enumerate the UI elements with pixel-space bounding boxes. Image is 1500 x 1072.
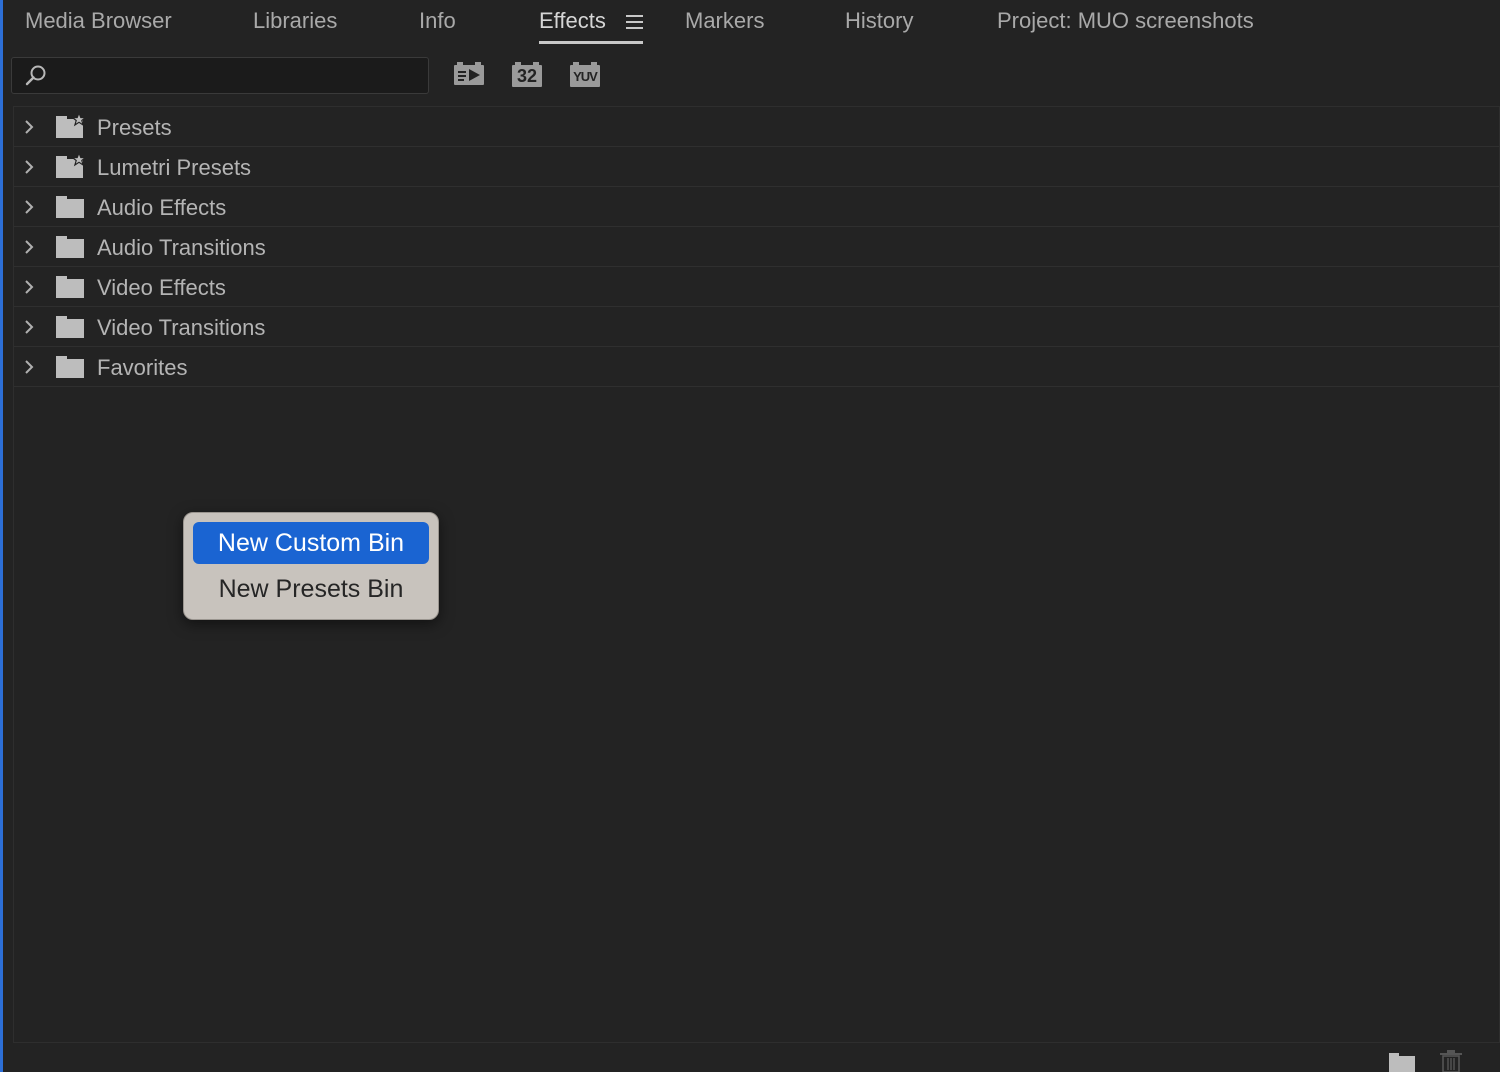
tab-history[interactable]: History bbox=[845, 8, 913, 38]
folder-icon bbox=[56, 196, 84, 218]
tree-item-label: Audio Effects bbox=[97, 195, 227, 220]
folder-icon bbox=[56, 356, 84, 378]
panel-bottom-bar bbox=[3, 1043, 1500, 1072]
preset-folder-icon bbox=[56, 153, 87, 178]
active-tab-indicator bbox=[539, 41, 643, 44]
search-icon bbox=[25, 65, 46, 86]
search-input[interactable] bbox=[54, 62, 418, 90]
effects-search-box[interactable] bbox=[11, 57, 429, 94]
accelerated-effects-icon[interactable] bbox=[453, 62, 485, 88]
menu-item-new-presets-bin[interactable]: New Presets Bin bbox=[193, 568, 429, 610]
tree-item-label: Video Effects bbox=[97, 275, 226, 300]
tree-item-audio-transitions[interactable]: Audio Transitions bbox=[14, 227, 1499, 267]
folder-icon bbox=[56, 236, 84, 258]
chevron-right-icon[interactable] bbox=[22, 358, 36, 376]
tab-info[interactable]: Info bbox=[419, 8, 456, 38]
panel-tab-bar: Media Browser Libraries Info Effects Mar… bbox=[3, 0, 1500, 46]
tab-media-browser[interactable]: Media Browser bbox=[25, 8, 172, 38]
chevron-right-icon[interactable] bbox=[22, 158, 36, 176]
tree-item-label: Lumetri Presets bbox=[97, 155, 252, 180]
tree-item-video-transitions[interactable]: Video Transitions bbox=[14, 307, 1499, 347]
tab-markers[interactable]: Markers bbox=[685, 8, 764, 38]
yuv-button[interactable]: YUV bbox=[569, 62, 601, 88]
chevron-right-icon[interactable] bbox=[22, 278, 36, 296]
tree-item-label: Favorites bbox=[97, 355, 188, 380]
new-bin-icon[interactable] bbox=[1388, 1049, 1416, 1072]
effects-panel: Media Browser Libraries Info Effects Mar… bbox=[0, 0, 1500, 1072]
tree-item-video-effects[interactable]: Video Effects bbox=[14, 267, 1499, 307]
folder-icon bbox=[56, 316, 84, 338]
preset-folder-icon bbox=[56, 113, 87, 138]
folder-icon bbox=[56, 276, 84, 298]
hamburger-menu-icon[interactable] bbox=[626, 14, 643, 30]
tree-item-favorites[interactable]: Favorites bbox=[14, 347, 1499, 387]
menu-item-new-custom-bin[interactable]: New Custom Bin bbox=[193, 522, 429, 564]
chevron-right-icon[interactable] bbox=[22, 238, 36, 256]
trash-icon[interactable] bbox=[1437, 1049, 1465, 1072]
tab-project[interactable]: Project: MUO screenshots bbox=[997, 8, 1254, 38]
chevron-right-icon[interactable] bbox=[22, 198, 36, 216]
tree-item-presets[interactable]: Presets bbox=[14, 107, 1499, 147]
chevron-right-icon[interactable] bbox=[22, 118, 36, 136]
chevron-right-icon[interactable] bbox=[22, 318, 36, 336]
tree-item-audio-effects[interactable]: Audio Effects bbox=[14, 187, 1499, 227]
yuv-label: YUV bbox=[573, 69, 598, 84]
tab-effects[interactable]: Effects bbox=[539, 8, 606, 38]
tree-item-label: Audio Transitions bbox=[97, 235, 266, 260]
context-menu: New Custom Bin New Presets Bin bbox=[183, 512, 439, 620]
tree-item-lumetri-presets[interactable]: Lumetri Presets bbox=[14, 147, 1499, 187]
tree-item-label: Presets bbox=[97, 115, 172, 140]
tab-libraries[interactable]: Libraries bbox=[253, 8, 337, 38]
32-bit-color-button[interactable]: 32 bbox=[511, 62, 543, 88]
tree-item-label: Video Transitions bbox=[97, 315, 266, 340]
bit-depth-label: 32 bbox=[516, 66, 538, 86]
